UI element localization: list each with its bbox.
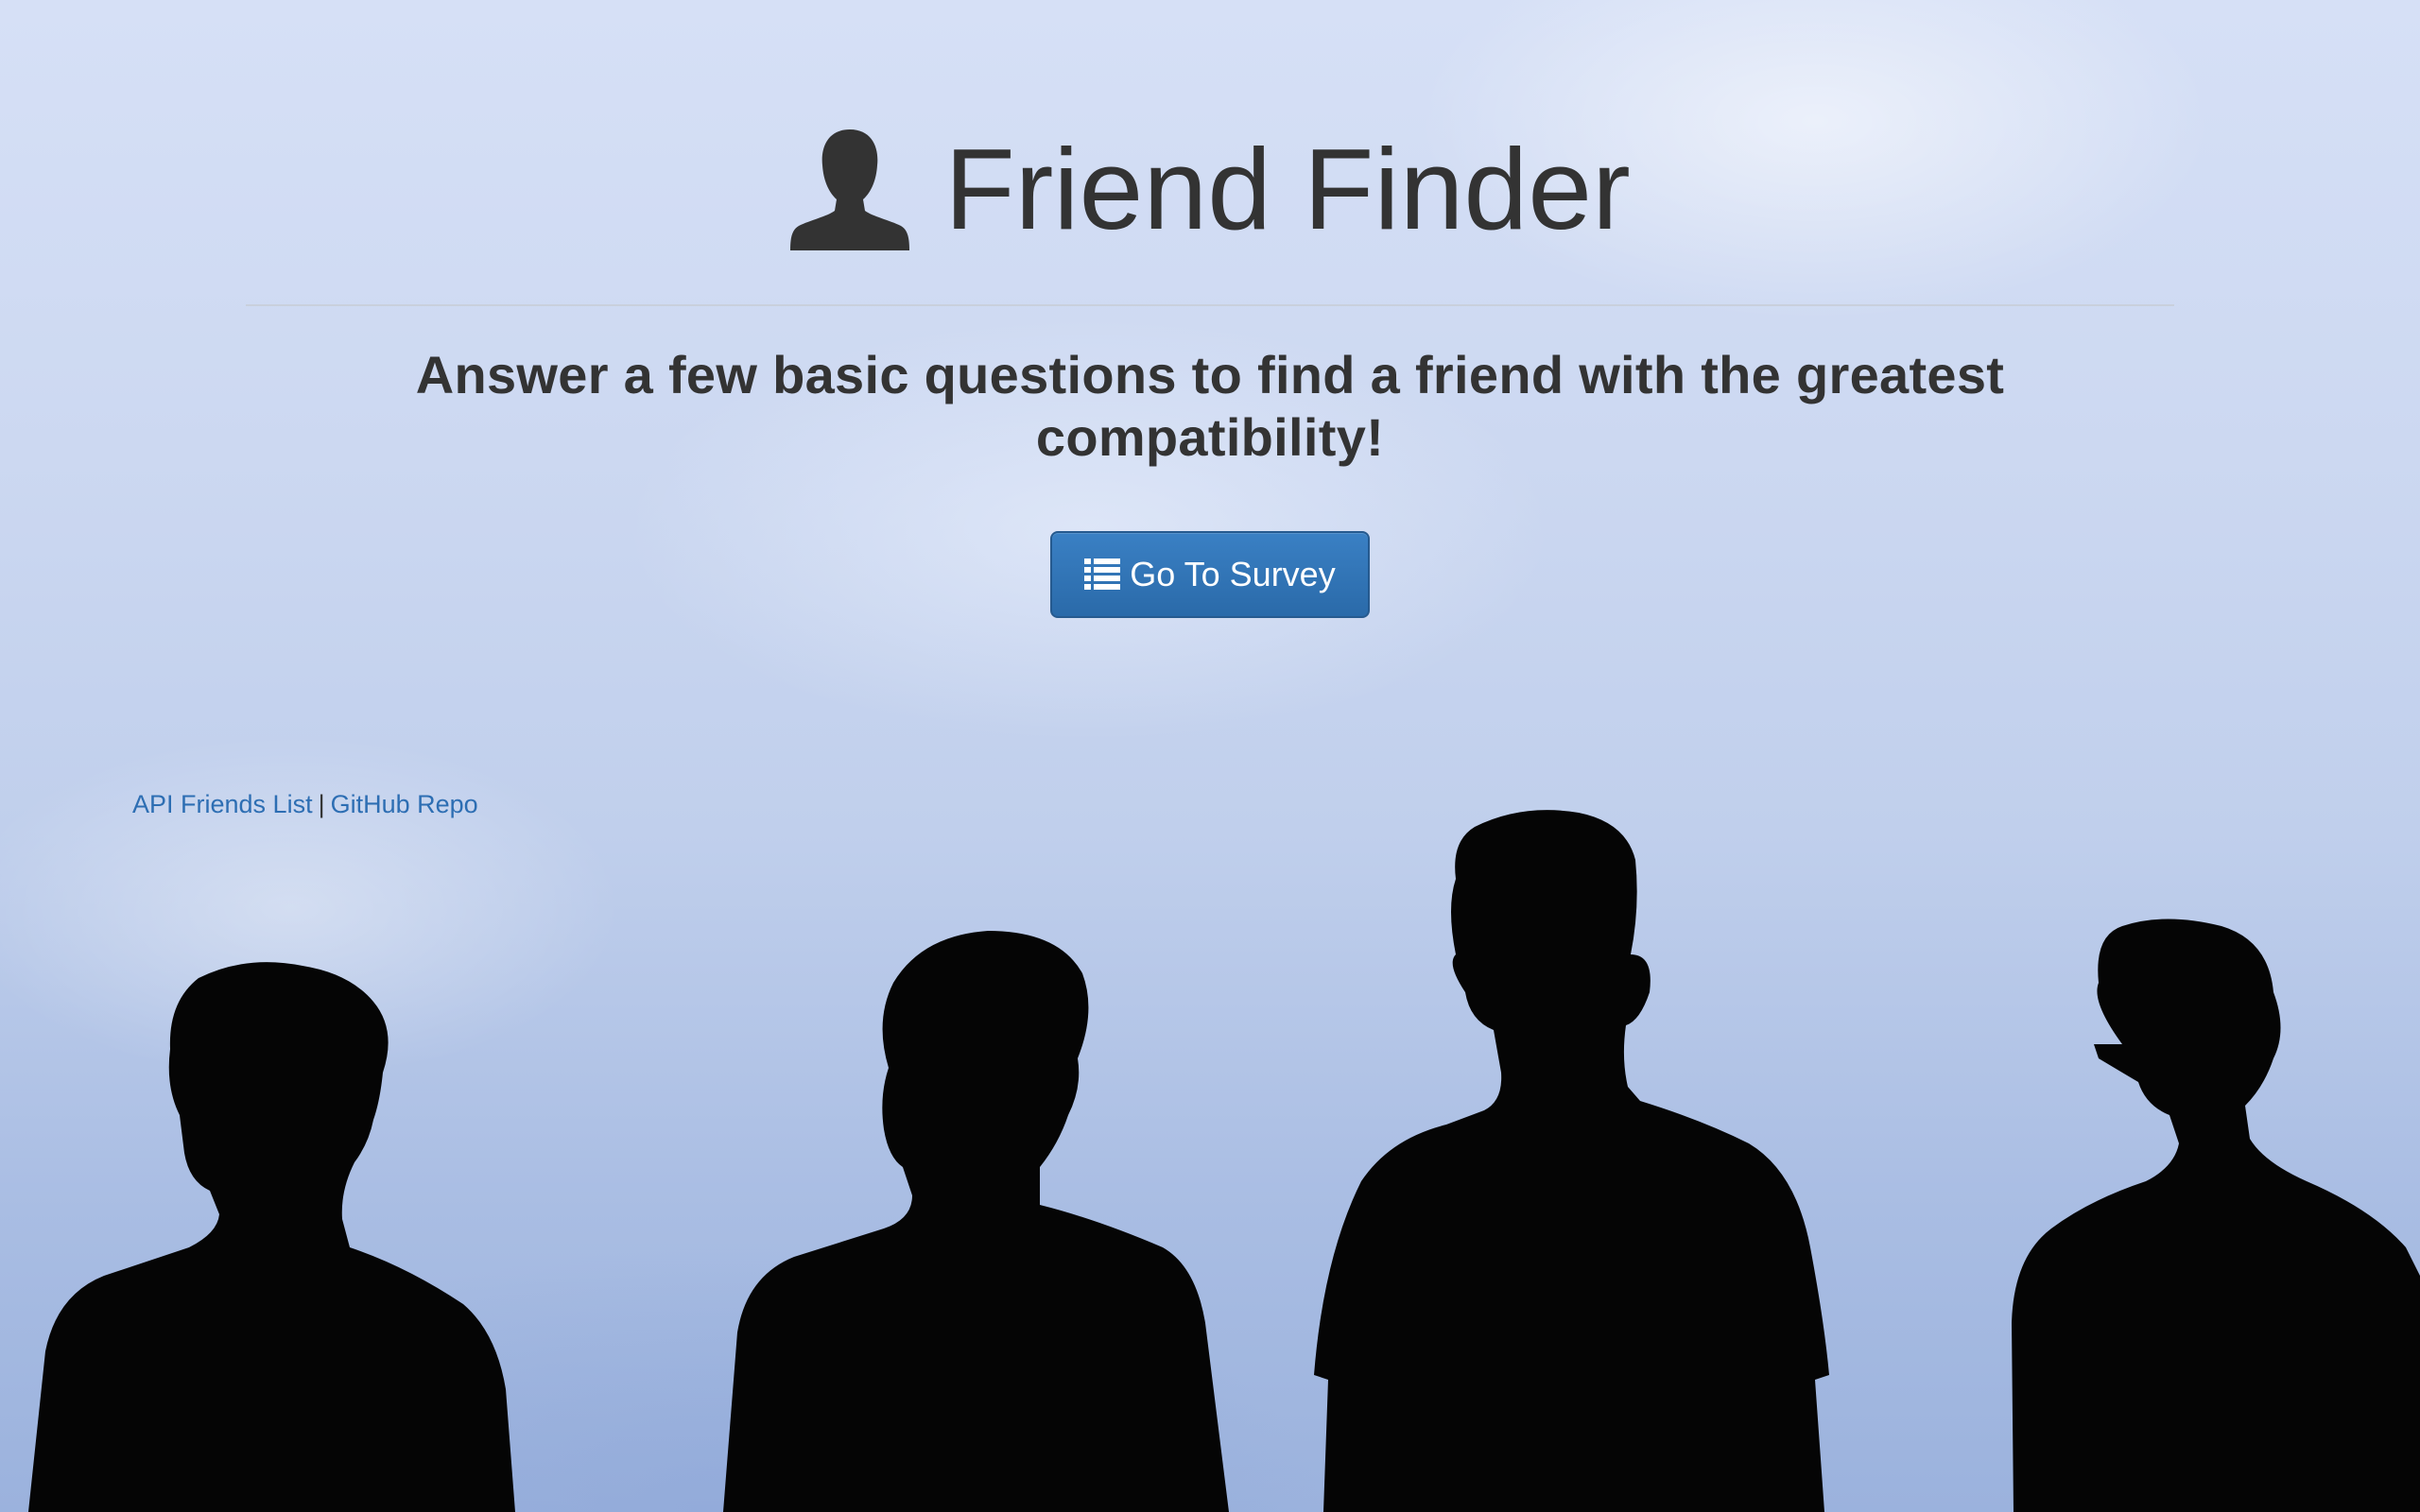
user-icon bbox=[790, 129, 910, 250]
go-to-survey-button[interactable]: Go To Survey bbox=[1050, 531, 1370, 618]
title-divider bbox=[246, 304, 2174, 306]
link-separator: | bbox=[318, 790, 325, 818]
list-icon bbox=[1084, 558, 1121, 590]
lead-text: Answer a few basic questions to find a f… bbox=[415, 345, 2005, 467]
silhouette-person-4 bbox=[2012, 919, 2420, 1512]
silhouette-person-1 bbox=[28, 962, 515, 1512]
go-to-survey-label: Go To Survey bbox=[1130, 555, 1336, 593]
title-text: Friend Finder bbox=[944, 125, 1631, 253]
silhouette-person-3 bbox=[1314, 810, 1829, 1512]
github-repo-link[interactable]: GitHub Repo bbox=[331, 790, 478, 818]
silhouette-person-2 bbox=[723, 931, 1229, 1512]
footer-links: API Friends List | GitHub Repo bbox=[132, 790, 478, 819]
api-friends-list-link[interactable]: API Friends List bbox=[132, 790, 313, 818]
jumbotron: Friend Finder Answer a few basic questio… bbox=[246, 113, 2174, 618]
page-title: Friend Finder bbox=[246, 113, 2174, 265]
